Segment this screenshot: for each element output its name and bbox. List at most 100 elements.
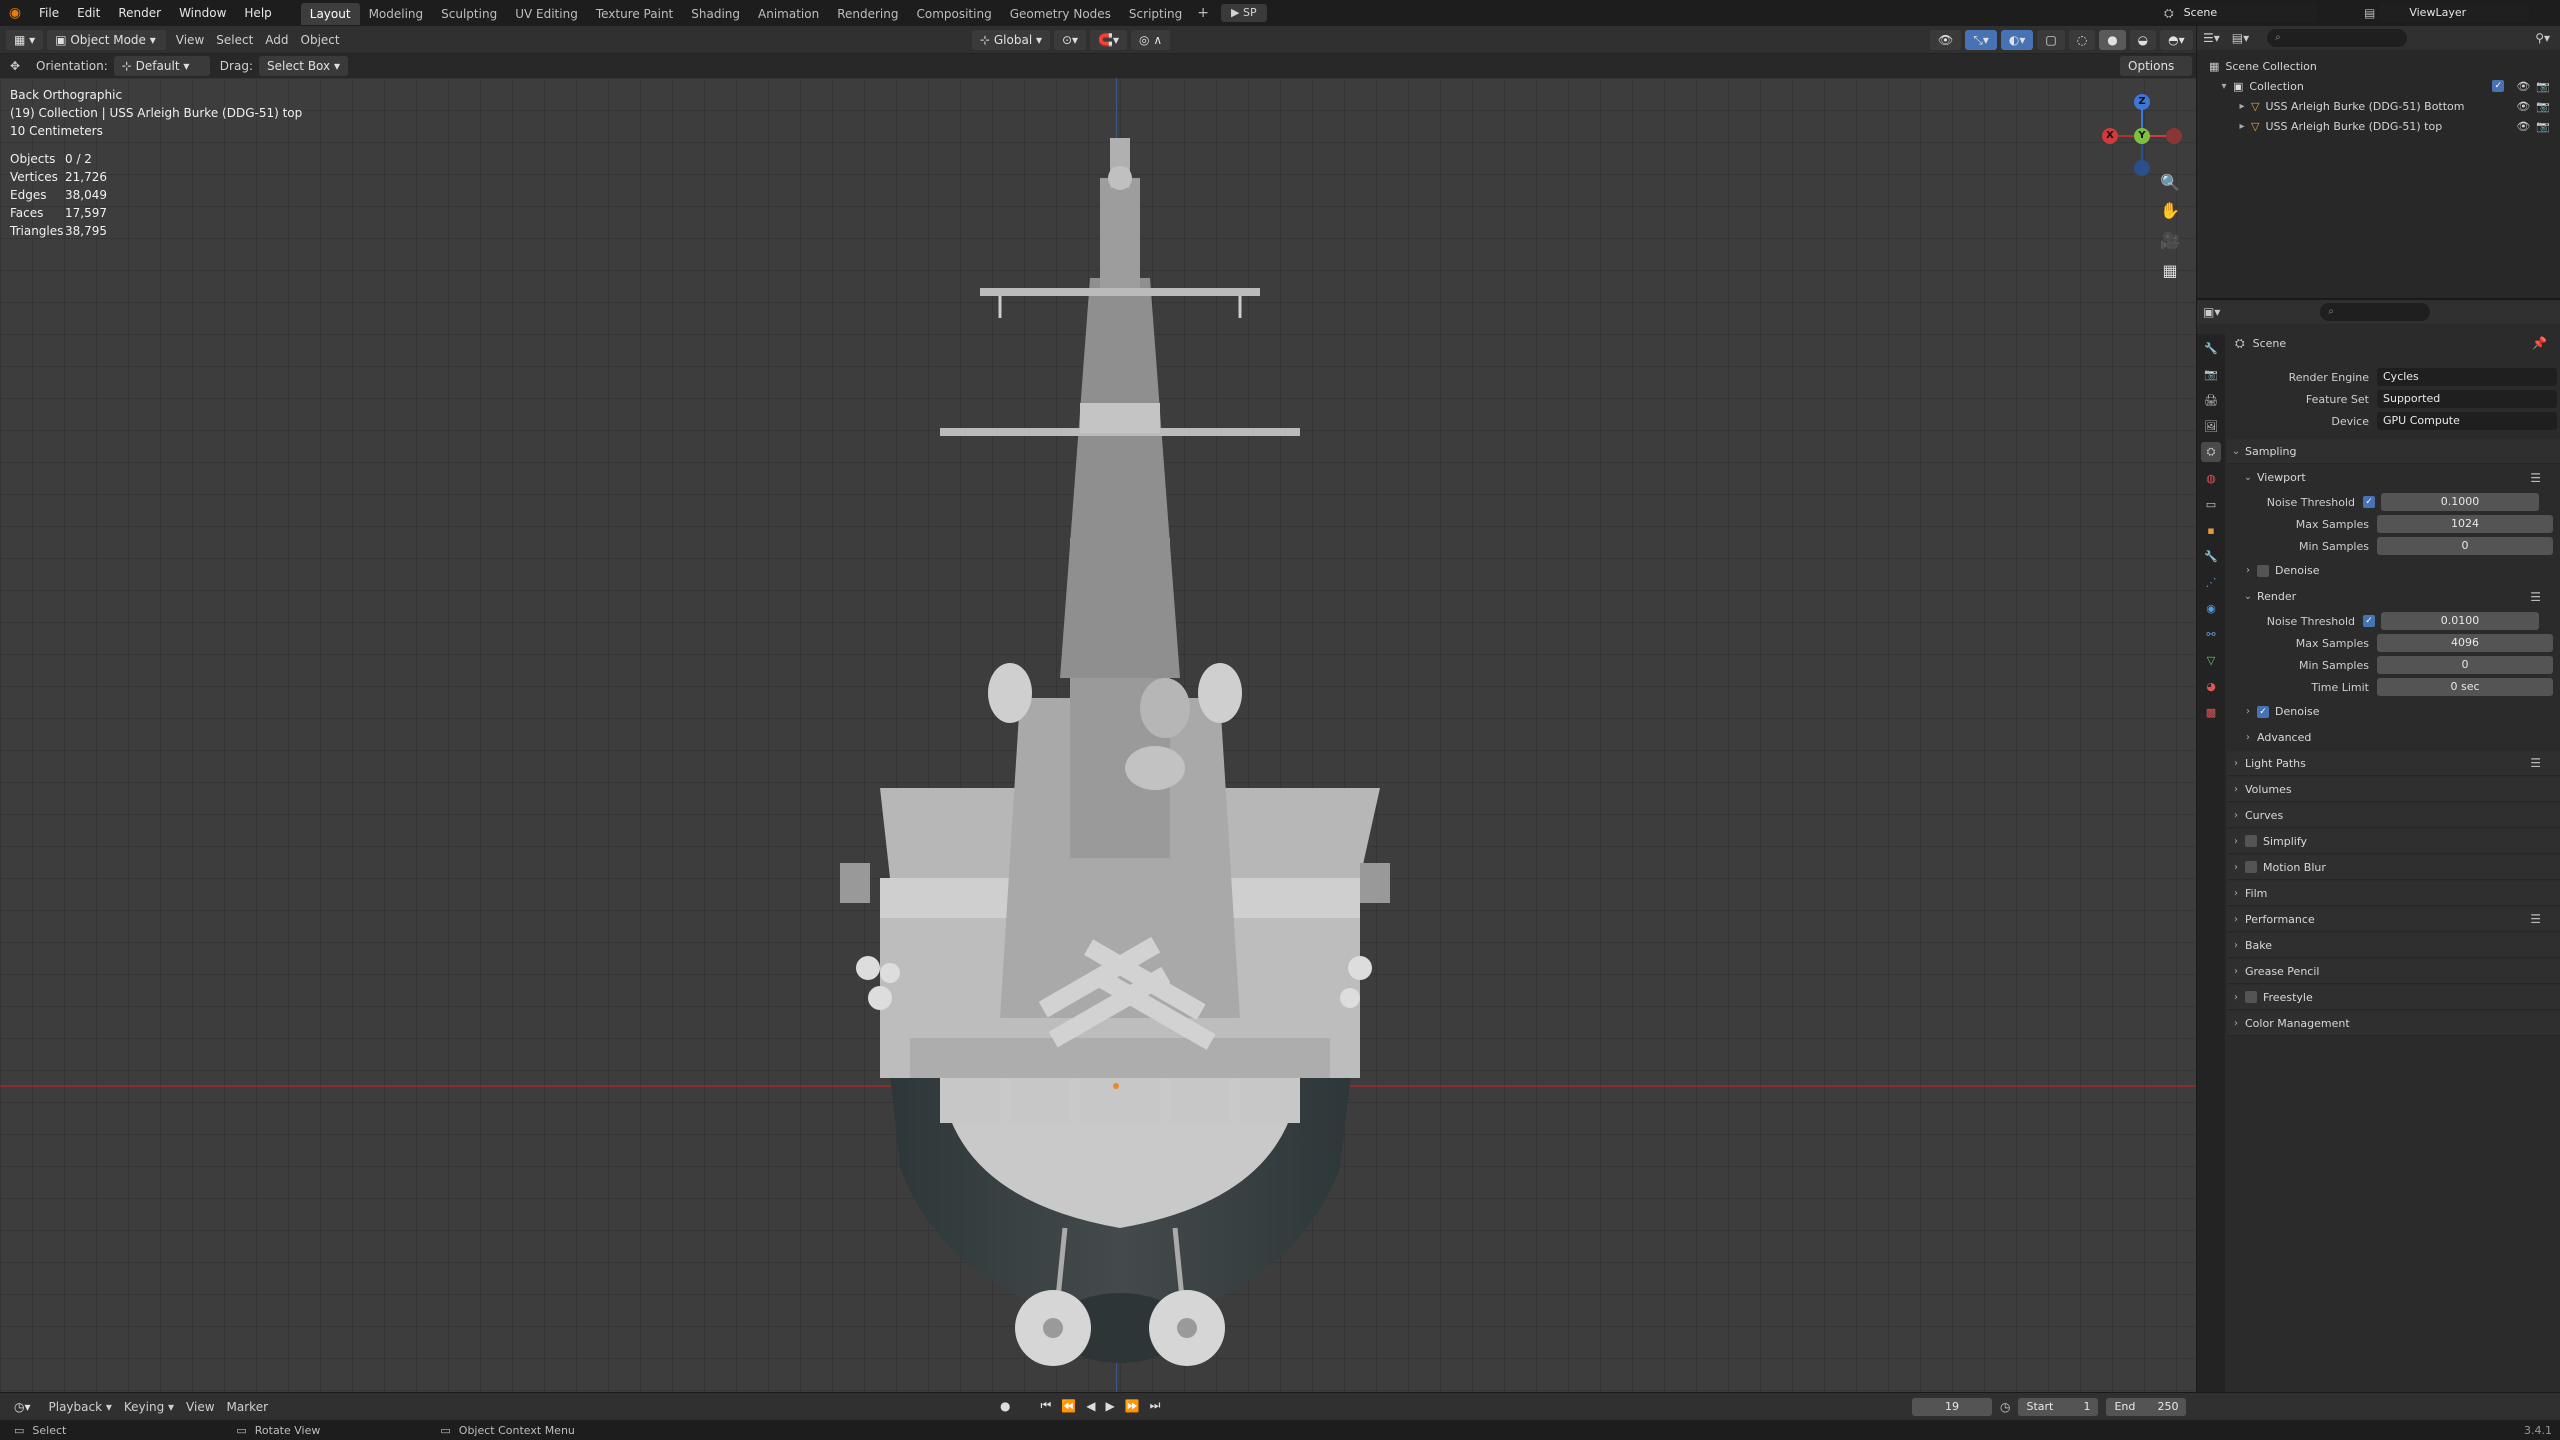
pin-icon[interactable]: 📌 [2532, 336, 2547, 350]
sp-button[interactable]: ▶ SP [1221, 4, 1267, 22]
gizmo-x-axis[interactable]: X [2102, 128, 2118, 144]
xray-button[interactable]: ▢ [2037, 30, 2065, 50]
outliner-row-object[interactable]: ▸ ▽ USS Arleigh Burke (DDG-51) Bottom 👁 📷 [2209, 96, 2560, 116]
viewlayer-field[interactable]: ViewLayer [2379, 4, 2530, 22]
tab-geometry-nodes[interactable]: Geometry Nodes [1001, 3, 1120, 25]
noise-threshold-checkbox[interactable]: ✓ [2363, 615, 2375, 627]
playback-menu[interactable]: Playback ▾ [49, 1400, 112, 1414]
view-layer-tab-icon[interactable]: 🖼 [2201, 416, 2221, 436]
freestyle-panel[interactable]: › Freestyle [2227, 985, 2560, 1010]
tab-rendering[interactable]: Rendering [828, 3, 907, 25]
vp-noise-field[interactable]: 0.1000 [2381, 493, 2539, 511]
motion-blur-checkbox[interactable] [2245, 861, 2257, 873]
checkbox-icon[interactable]: ✓ [2492, 80, 2505, 92]
mode-selector[interactable]: ▣ Object Mode ▾ [47, 29, 166, 50]
tab-modeling[interactable]: Modeling [360, 3, 433, 25]
filter-icon[interactable]: ⚲▾ [2535, 31, 2550, 45]
keying-menu[interactable]: Keying ▾ [124, 1400, 174, 1414]
drag-dropdown[interactable]: Select Box ▾ [258, 56, 348, 76]
light-paths-panel[interactable]: › Light Paths ☰ [2227, 751, 2560, 776]
tab-scripting[interactable]: Scripting [1120, 3, 1191, 25]
tab-layout[interactable]: Layout [300, 3, 360, 25]
render-denoise-subpanel-header[interactable]: › ✓ Denoise [2227, 699, 2560, 724]
outliner-search-input[interactable]: ⌕ [2267, 29, 2408, 47]
gizmo-z-axis[interactable]: Z [2134, 94, 2150, 110]
data-tab-icon[interactable]: ▽ [2201, 650, 2221, 670]
grid-toggle-icon[interactable]: ▦ [2158, 256, 2182, 286]
next-keyframe-icon[interactable]: ⏩ [1125, 1399, 1140, 1413]
jump-start-icon[interactable]: ⏮ [1040, 1398, 1051, 1413]
start-frame-field[interactable]: Start 1 [2018, 1398, 2099, 1416]
transform-orientation-dropdown[interactable]: ⊹ Global ▾ [972, 30, 1050, 50]
blender-logo-icon[interactable]: ◉ [0, 5, 30, 21]
snap-button[interactable]: 🧲▾ [1090, 30, 1128, 50]
material-shading-button[interactable]: ◒ [2129, 30, 2157, 50]
tab-shading[interactable]: Shading [682, 3, 749, 25]
collection-tab-icon[interactable]: ▭ [2201, 494, 2221, 514]
timeline-view-menu[interactable]: View [186, 1400, 214, 1414]
ship-model[interactable] [820, 118, 1420, 1392]
tab-uv-editing[interactable]: UV Editing [506, 3, 587, 25]
presets-icon[interactable]: ☰ [2530, 471, 2541, 485]
3d-viewport[interactable]: Back Orthographic (19) Collection | USS … [0, 78, 2196, 1392]
eye-icon[interactable]: 👁 [2516, 120, 2530, 133]
time-limit-field[interactable]: 0 sec [2377, 678, 2553, 696]
marker-menu[interactable]: Marker [227, 1400, 268, 1414]
options-button[interactable]: Options ▾ [2120, 56, 2196, 93]
film-panel[interactable]: › Film [2227, 881, 2560, 906]
tab-texture-paint[interactable]: Texture Paint [587, 3, 682, 25]
menu-file[interactable]: File [30, 0, 68, 26]
viewlayer-selector[interactable]: ▤ ViewLayer [2364, 4, 2530, 22]
simplify-panel[interactable]: › Simplify [2227, 829, 2560, 854]
wireframe-shading-button[interactable]: ◌ [2068, 30, 2096, 50]
texture-tab-icon[interactable]: ▩ [2201, 702, 2221, 722]
render-tab-icon[interactable]: 📷 [2201, 364, 2221, 384]
menu-add[interactable]: Add [265, 33, 288, 47]
camera-icon[interactable]: 🎥 [2158, 226, 2182, 256]
constraints-tab-icon[interactable]: ⚯ [2201, 624, 2221, 644]
vp-max-samples-field[interactable]: 1024 [2377, 515, 2553, 533]
curves-panel[interactable]: › Curves [2227, 803, 2560, 828]
jump-end-icon[interactable]: ⏭ [1150, 1398, 1161, 1413]
eye-icon[interactable]: 👁 [2516, 100, 2530, 113]
presets-icon[interactable]: ☰ [2530, 912, 2541, 926]
prev-keyframe-icon[interactable]: ⏪ [1061, 1399, 1076, 1413]
scene-tab-icon[interactable]: ⛭ [2201, 442, 2221, 462]
menu-window[interactable]: Window [170, 0, 235, 26]
tab-compositing[interactable]: Compositing [907, 3, 1000, 25]
presets-icon[interactable]: ☰ [2530, 590, 2541, 604]
solid-shading-button[interactable]: ● [2099, 30, 2126, 50]
denoise-checkbox[interactable] [2257, 564, 2269, 577]
timeline-editor-type-button[interactable]: ◷▾ [6, 1397, 39, 1417]
r-min-samples-field[interactable]: 0 [2377, 656, 2553, 674]
outliner-row-collection[interactable]: ▾ ▣ Collection ✓ 👁 📷 [2209, 76, 2560, 96]
menu-view[interactable]: View [176, 33, 204, 47]
render-subpanel-header[interactable]: ⌄ Render ☰ [2227, 584, 2560, 609]
select-tool-icon[interactable]: ✥ [0, 59, 30, 73]
gizmo-neg-x-axis[interactable] [2166, 128, 2182, 144]
clock-icon[interactable]: ◷ [2000, 1400, 2010, 1414]
orientation-dropdown[interactable]: ⊹ Default ▾ [113, 56, 210, 76]
advanced-subpanel-header[interactable]: › Advanced [2227, 725, 2560, 750]
menu-edit[interactable]: Edit [68, 0, 109, 26]
bake-panel[interactable]: › Bake [2227, 933, 2560, 958]
tab-sculpting[interactable]: Sculpting [432, 3, 506, 25]
render-engine-dropdown[interactable]: Cycles [2377, 368, 2557, 386]
record-icon[interactable]: ● [1000, 1399, 1010, 1413]
sampling-panel-header[interactable]: ⌄ Sampling [2227, 439, 2560, 464]
freestyle-checkbox[interactable] [2245, 991, 2257, 1003]
expand-icon[interactable]: ▸ [2233, 101, 2251, 112]
menu-help[interactable]: Help [235, 0, 280, 26]
proportional-edit-button[interactable]: ◎ ∧ [1131, 30, 1171, 50]
camera-icon[interactable]: 📷 [2536, 100, 2550, 113]
outliner-row-scene-collection[interactable]: ▦ Scene Collection [2209, 56, 2560, 76]
device-dropdown[interactable]: GPU Compute [2377, 412, 2557, 430]
volumes-panel[interactable]: › Volumes [2227, 777, 2560, 802]
menu-select[interactable]: Select [216, 33, 253, 47]
visibility-button[interactable]: 👁▾ [1930, 30, 1962, 67]
modifier-tab-icon[interactable]: 🔧 [2201, 546, 2221, 566]
scene-field[interactable]: Scene [2177, 4, 2318, 22]
presets-icon[interactable]: ☰ [2530, 756, 2541, 770]
add-workspace-icon[interactable]: + [1191, 5, 1215, 21]
performance-panel[interactable]: › Performance ☰ [2227, 907, 2560, 932]
